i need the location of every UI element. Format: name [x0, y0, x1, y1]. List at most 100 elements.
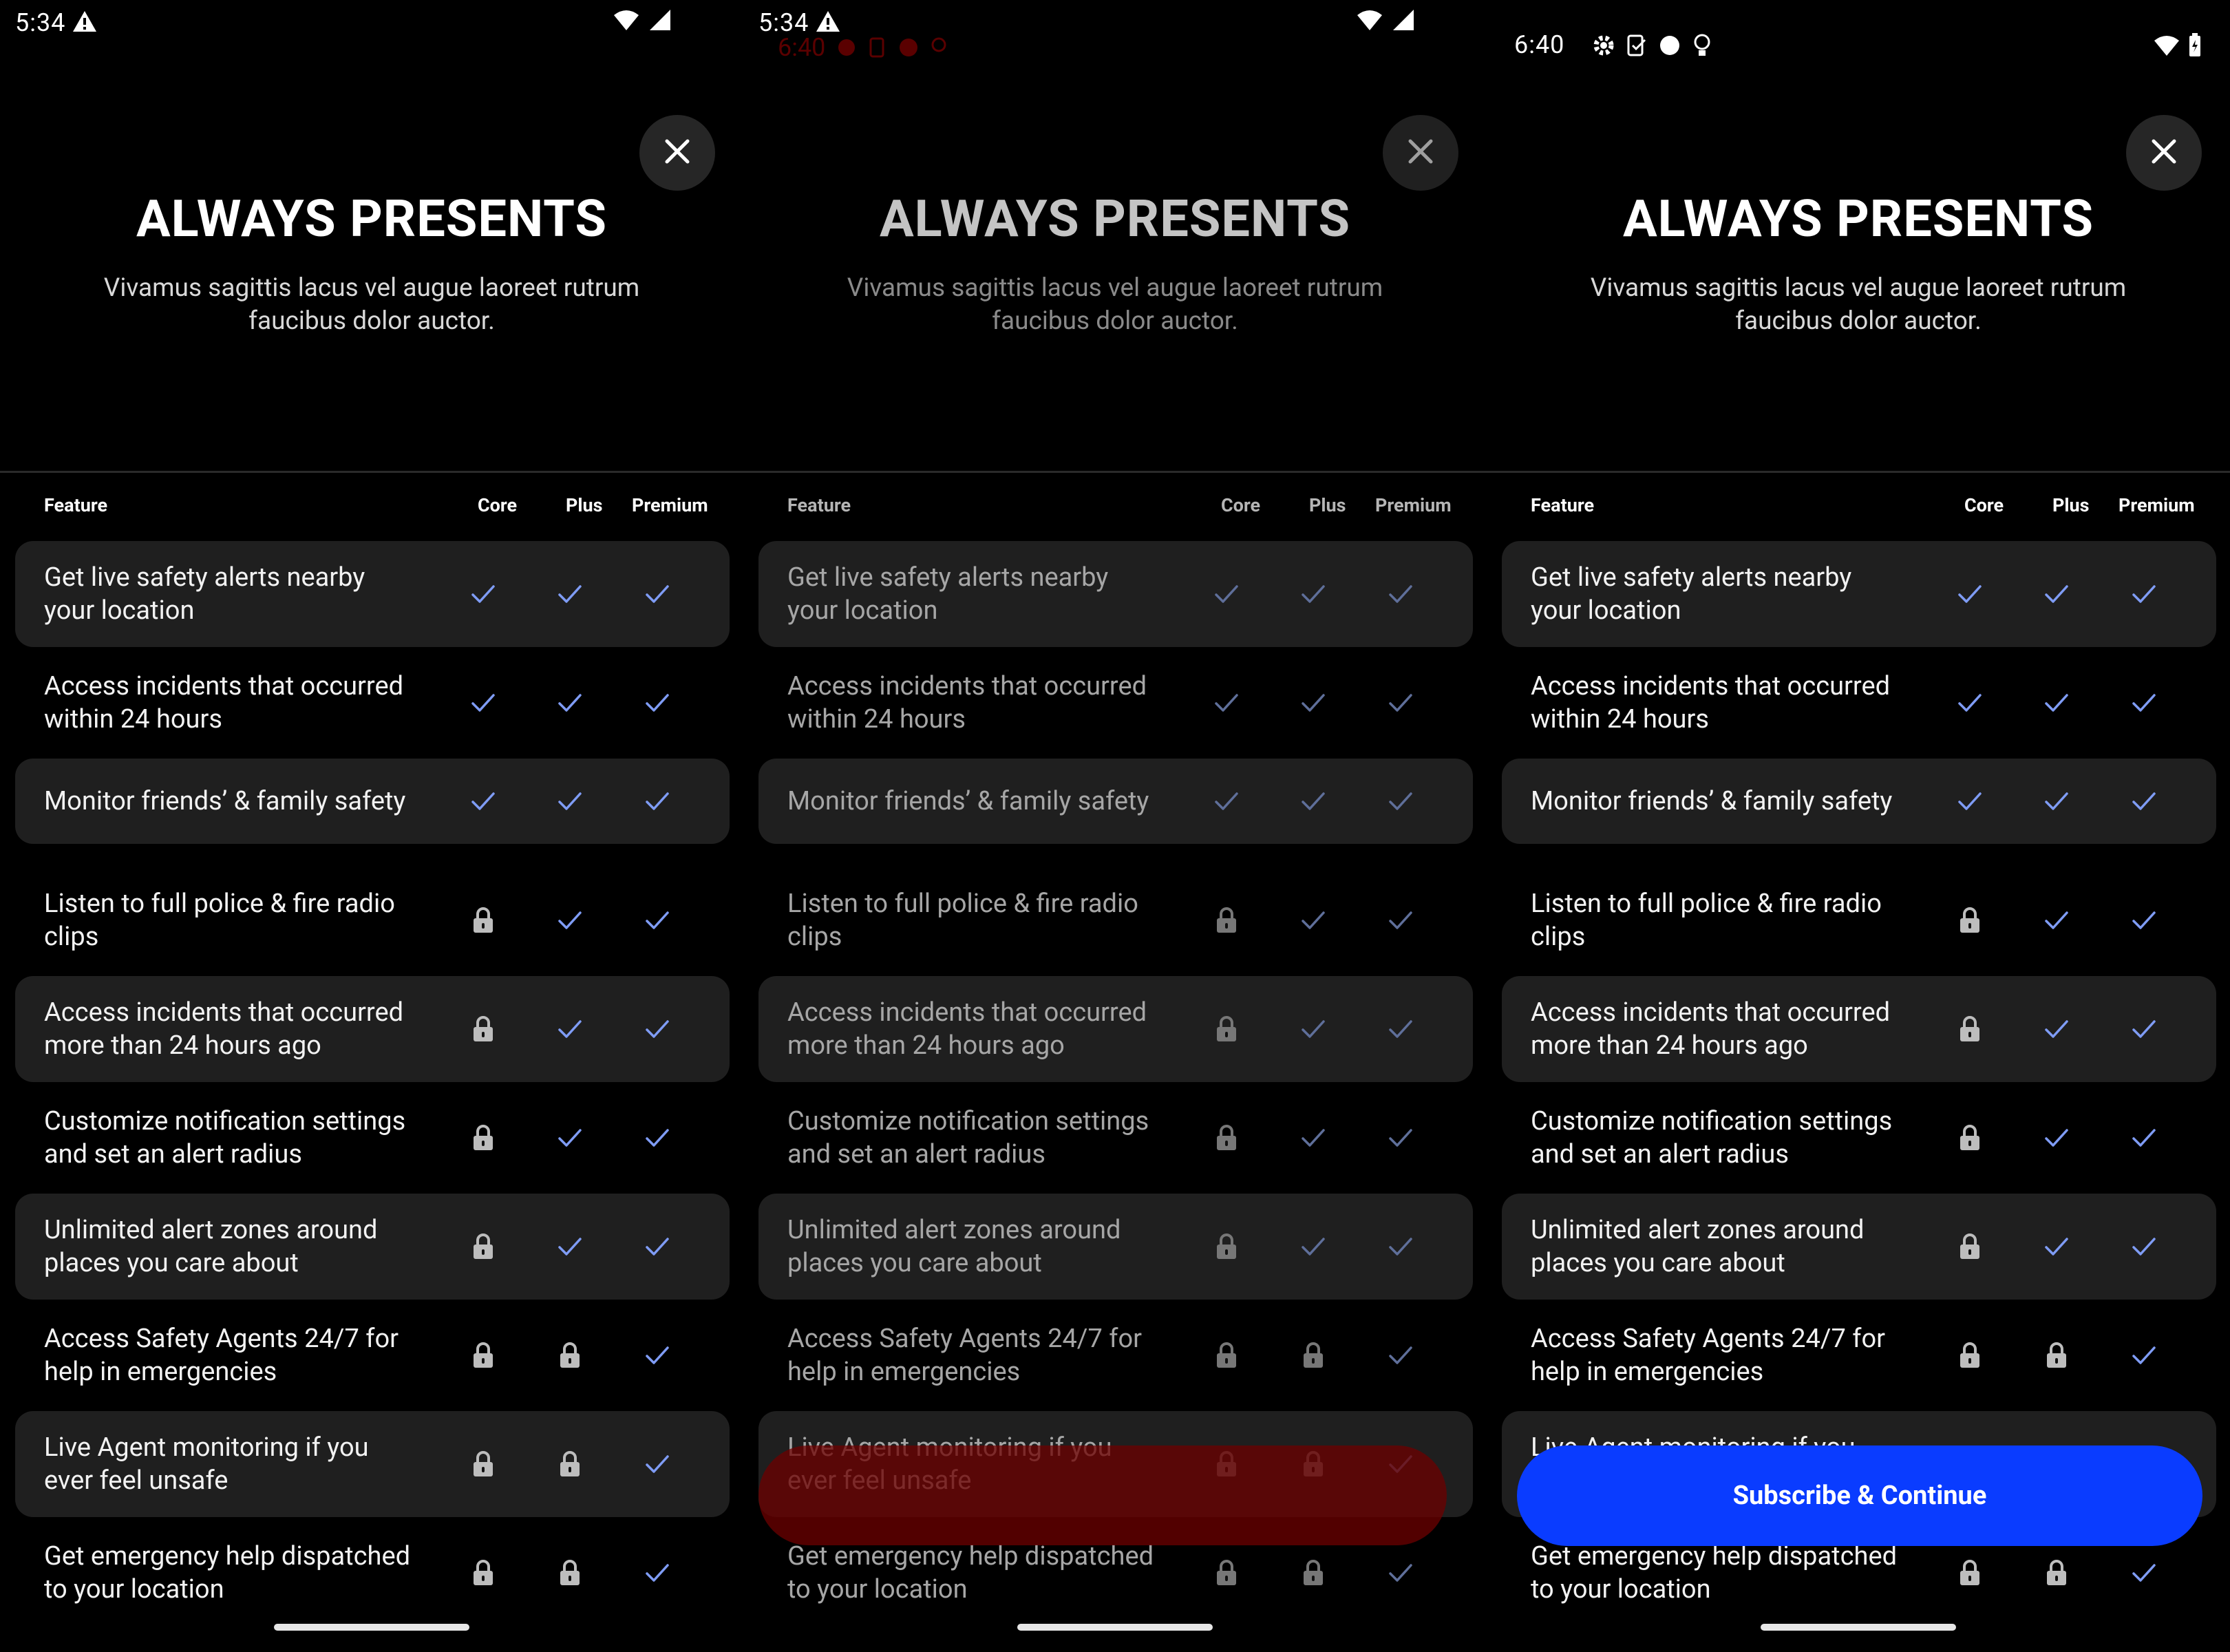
premium-check-icon	[2123, 900, 2165, 941]
plus-check-icon	[1293, 573, 1334, 615]
feature-line-2: more than 24 hours ago	[1531, 1030, 1808, 1061]
plus-check-icon	[549, 1117, 591, 1158]
premium-check-icon	[637, 1335, 678, 1376]
core-lock-icon	[1206, 1008, 1247, 1050]
feature-line-1: Access incidents that occurred	[1531, 997, 1891, 1028]
feature-label: Monitor friends’ & family safety	[787, 785, 1200, 818]
feature-label: Get live safety alerts nearby your locati…	[787, 561, 1200, 627]
home-indicator[interactable]	[274, 1624, 469, 1631]
feature-line-2: places you care about	[44, 1248, 299, 1278]
feature-label: Access incidents that occurred within 24 …	[1531, 670, 1944, 736]
status-bar: 5:34	[0, 0, 743, 48]
feature-line-2: help in emergencies	[1531, 1357, 1764, 1387]
ghost-status: 6:40	[778, 33, 948, 62]
header-feature: Feature	[44, 494, 108, 516]
table-row: Listen to full police & fire radio clips	[15, 867, 730, 973]
core-check-icon	[1206, 682, 1247, 723]
plus-lock-icon	[2036, 1335, 2077, 1376]
header-premium: Premium	[2118, 494, 2195, 516]
premium-check-icon	[637, 1552, 678, 1593]
feature-line-1: Get live safety alerts nearby	[787, 562, 1109, 593]
premium-check-icon	[637, 573, 678, 615]
feature-label: Listen to full police & fire radio clips	[787, 887, 1200, 953]
page-subtitle: Vivamus sagittis lacus vel augue laoreet…	[1569, 272, 2147, 338]
core-lock-icon	[1949, 1335, 1990, 1376]
premium-check-icon	[2123, 573, 2165, 615]
header-plus: Plus	[1309, 494, 1346, 516]
feature-line-1: Monitor friends’ & family safety	[1531, 786, 1893, 816]
feature-label: Get emergency help dispatched to your loc…	[44, 1540, 457, 1606]
header-core: Core	[478, 494, 518, 516]
page-subtitle: Vivamus sagittis lacus vel augue laoreet…	[83, 272, 661, 338]
feature-label: Access Safety Agents 24/7 for help in eme…	[1531, 1322, 1944, 1388]
home-indicator[interactable]	[1761, 1624, 1956, 1631]
wifi-icon	[613, 8, 640, 34]
premium-check-icon	[1380, 682, 1421, 723]
ghost-time: 6:40	[778, 33, 826, 62]
divider	[1487, 471, 2230, 473]
feature-line-2: within 24 hours	[44, 704, 222, 734]
feature-line-2: more than 24 hours ago	[44, 1030, 321, 1061]
premium-check-icon	[2123, 682, 2165, 723]
close-button[interactable]	[1383, 115, 1458, 191]
core-lock-icon	[1206, 900, 1247, 941]
header-core: Core	[1964, 494, 2004, 516]
feature-line-1: Get live safety alerts nearby	[1531, 562, 1852, 593]
table-row: Unlimited alert zones around places you c…	[758, 1194, 1473, 1300]
feature-label: Customize notification settings and set a…	[1531, 1105, 1944, 1171]
core-lock-icon	[463, 1008, 504, 1050]
feature-line-1: Listen to full police & fire radio	[787, 889, 1138, 919]
core-lock-icon	[463, 1335, 504, 1376]
screen-right: 6:40 ALWAYS PRESENTS Vivamus sagittis lacu…	[1487, 0, 2230, 1652]
table-row: Listen to full police & fire radio clips	[758, 867, 1473, 973]
core-check-icon	[1206, 781, 1247, 822]
table-row: Access Safety Agents 24/7 for help in eme…	[15, 1302, 730, 1408]
feature-label: Get live safety alerts nearby your locati…	[44, 561, 457, 627]
dot-icon	[1657, 33, 1682, 61]
feature-line-2: places you care about	[1531, 1248, 1785, 1278]
subtitle-line-2: faucibus dolor auctor.	[992, 306, 1238, 336]
table-row: Monitor friends’ & family safety	[15, 759, 730, 844]
home-indicator[interactable]	[1017, 1624, 1213, 1631]
feature-line-1: Listen to full police & fire radio	[44, 889, 395, 919]
feature-line-2: help in emergencies	[787, 1357, 1021, 1387]
close-button[interactable]	[639, 115, 715, 191]
status-time: 5:34	[15, 8, 66, 37]
close-icon	[661, 136, 693, 170]
subscribe-button[interactable]: Subscribe & Continue	[1517, 1446, 2202, 1546]
subtitle-line-1: Vivamus sagittis lacus vel augue laoreet…	[103, 273, 640, 303]
close-button[interactable]	[2126, 115, 2202, 191]
feature-line-1: Customize notification settings	[44, 1106, 406, 1136]
feature-label: Access Safety Agents 24/7 for help in eme…	[44, 1322, 457, 1388]
status-time: 6:40	[1514, 30, 1565, 59]
feature-label: Listen to full police & fire radio clips	[44, 887, 457, 953]
core-lock-icon	[1206, 1117, 1247, 1158]
feature-label: Unlimited alert zones around places you c…	[44, 1214, 457, 1280]
feature-line-1: Access incidents that occurred	[44, 671, 404, 701]
plus-lock-icon	[549, 1552, 591, 1593]
plus-check-icon	[1293, 1117, 1334, 1158]
table-row: Access incidents that occurred within 24 …	[758, 650, 1473, 756]
page-title: ALWAYS PRESENTS	[879, 189, 1351, 249]
premium-check-icon	[637, 1226, 678, 1267]
feature-line-1: Unlimited alert zones around	[44, 1215, 378, 1245]
warning-icon	[815, 10, 841, 36]
plus-check-icon	[549, 682, 591, 723]
feature-label: Unlimited alert zones around places you c…	[1531, 1214, 1944, 1280]
plus-lock-icon	[549, 1335, 591, 1376]
core-lock-icon	[463, 1226, 504, 1267]
plus-check-icon	[1293, 1226, 1334, 1267]
feature-label: Get emergency help dispatched to your loc…	[787, 1540, 1200, 1606]
core-check-icon	[463, 781, 504, 822]
plus-lock-icon	[1293, 1552, 1334, 1593]
table-row: Access Safety Agents 24/7 for help in eme…	[1502, 1302, 2216, 1408]
feature-line-1: Listen to full police & fire radio	[1531, 889, 1882, 919]
plus-lock-icon	[549, 1443, 591, 1485]
table-row: Listen to full police & fire radio clips	[1502, 867, 2216, 973]
core-lock-icon	[1949, 1008, 1990, 1050]
press-ripple	[758, 1446, 1447, 1545]
plus-check-icon	[1293, 900, 1334, 941]
premium-check-icon	[637, 900, 678, 941]
feature-line-2: clips	[787, 922, 842, 952]
subtitle-line-2: faucibus dolor auctor.	[1735, 306, 1982, 336]
